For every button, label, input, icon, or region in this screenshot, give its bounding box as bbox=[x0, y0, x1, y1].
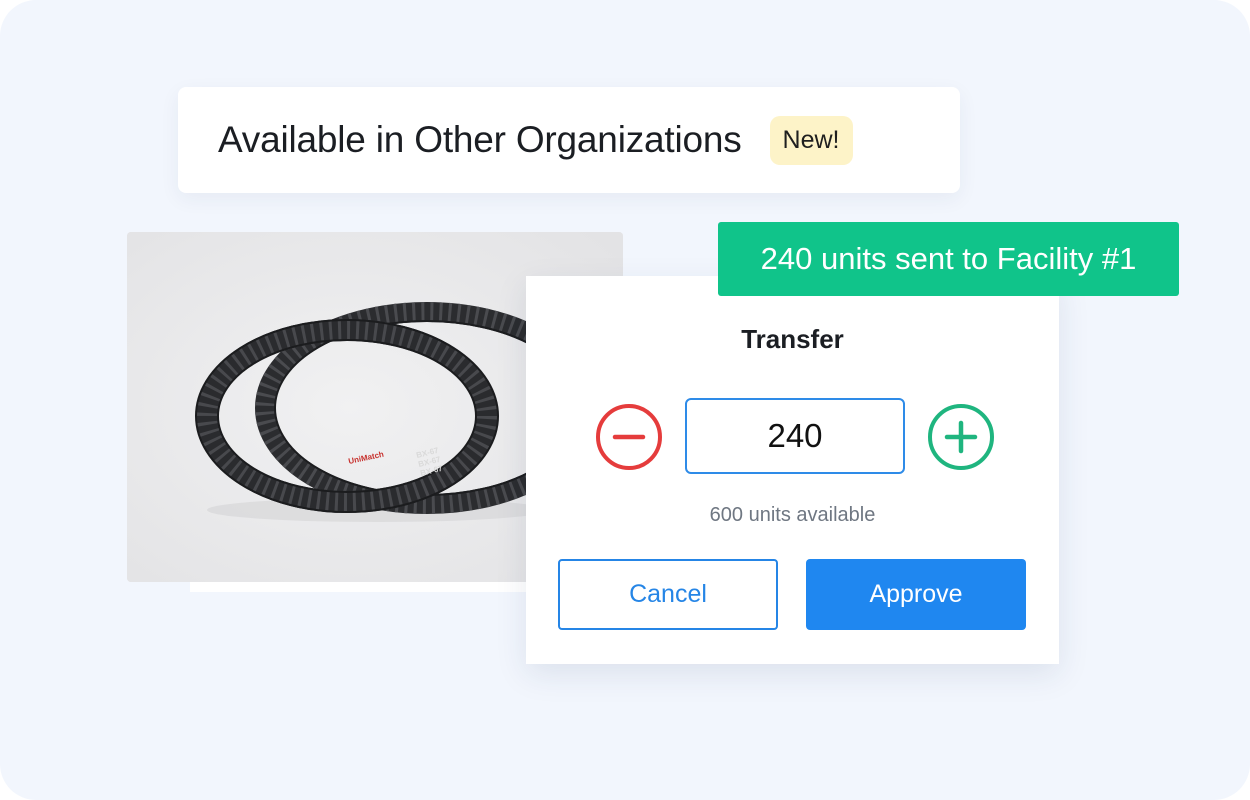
dialog-title: Transfer bbox=[741, 324, 844, 354]
increase-quantity-button[interactable] bbox=[928, 404, 994, 470]
toast-message: 240 units sent to Facility #1 bbox=[760, 241, 1137, 276]
title-card: Available in Other Organizations New! bbox=[178, 87, 960, 193]
transfer-dialog: Transfer 600 units available Cancel Appr… bbox=[526, 276, 1059, 664]
cancel-button[interactable]: Cancel bbox=[558, 559, 778, 630]
availability-text: 600 units available bbox=[709, 504, 876, 526]
quantity-input[interactable] bbox=[685, 398, 905, 474]
plus-circle-icon bbox=[944, 420, 978, 454]
canvas: Available in Other Organizations New! Un… bbox=[0, 0, 1250, 800]
approve-button[interactable]: Approve bbox=[806, 559, 1026, 630]
new-badge: New! bbox=[769, 115, 853, 165]
decrease-quantity-button[interactable] bbox=[596, 404, 662, 470]
success-toast: 240 units sent to Facility #1 bbox=[718, 222, 1179, 296]
page-title: Available in Other Organizations bbox=[218, 119, 742, 160]
minus-circle-icon bbox=[612, 434, 646, 440]
